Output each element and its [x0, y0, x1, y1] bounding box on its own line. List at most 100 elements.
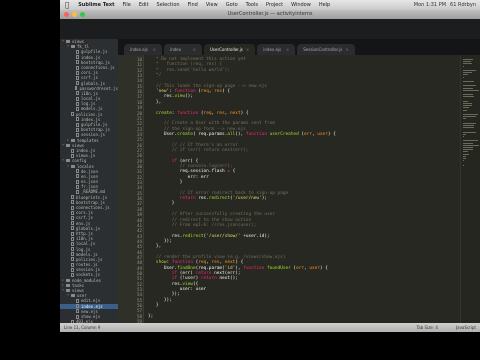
code-token: ), — [235, 265, 244, 271]
code-line[interactable]: } — [148, 180, 183, 185]
code-line[interactable]: * function (req, res) { — [148, 62, 222, 67]
minimap-line — [463, 153, 470, 155]
code-token: }; — [148, 313, 154, 319]
code-token: create — [177, 131, 193, 137]
code-area[interactable]: * Do not implement this action yet * fun… — [148, 55, 458, 323]
close-button[interactable] — [64, 12, 69, 17]
minimap-line — [463, 109, 467, 111]
toolbar-spacer — [60, 19, 480, 39]
code-token: ) { — [235, 260, 244, 266]
line-number: 13 — [136, 73, 142, 79]
code-line[interactable]: } — [148, 201, 175, 206]
tab-4[interactable]: SessionController.js × — [297, 44, 355, 55]
menu-tools[interactable]: Tools — [242, 2, 262, 8]
menu-file[interactable]: File — [118, 2, 134, 8]
code-line[interactable]: // From ep1-6: //res.json(user); — [148, 223, 257, 228]
code-line[interactable]: }, — [148, 244, 161, 249]
tab-size[interactable]: Tab Size: 4 — [417, 325, 438, 330]
code-token: ) { — [240, 110, 249, 116]
minimap-line — [463, 63, 472, 65]
code-line[interactable]: * res.send('hello world'); — [148, 68, 230, 73]
close-icon[interactable]: × — [286, 47, 289, 52]
close-icon[interactable]: × — [345, 47, 348, 52]
code-token: (err) { — [177, 158, 199, 164]
code-line[interactable]: // If error redirect back to sign-up pag… — [148, 191, 288, 196]
folder-icon — [71, 294, 75, 298]
file-icon — [76, 174, 79, 179]
line-number: 32 — [136, 174, 142, 180]
file-icon — [76, 304, 79, 309]
minimap-line — [463, 151, 469, 153]
close-icon[interactable]: × — [193, 47, 196, 52]
code-token: err — [296, 265, 305, 271]
file-icon — [71, 226, 74, 231]
tab-3[interactable]: index.ejs × — [257, 44, 296, 55]
minimap-line — [463, 70, 476, 71]
code-line[interactable]: if (err) { — [148, 159, 198, 164]
code-line[interactable]: */ — [148, 73, 161, 78]
code-token: { — [229, 169, 236, 175]
line-number-gutter: 10 11 12 13 14 15 16 17 18 19 20 21 22 23 24 25 26 27 28 29… — [118, 55, 144, 323]
code-line[interactable]: err: err — [148, 175, 209, 180]
sidebar-file-tree[interactable]: ▾ views ▾ fk_tl gulpfile.js index.js bootstrap… — [60, 39, 118, 323]
close-icon[interactable]: × — [153, 47, 156, 52]
file-icon — [76, 314, 79, 319]
menu-selection[interactable]: Selection — [153, 2, 184, 8]
menu-bar:  Sublime Text FileEditSelectionFindView… — [60, 0, 480, 10]
menu-user[interactable]: 61 Rdrbyn — [450, 2, 476, 8]
code-line[interactable]: }); — [148, 292, 180, 297]
close-icon[interactable]: × — [246, 47, 249, 52]
code-line[interactable]: res.view(); — [148, 94, 193, 99]
code-line[interactable]: User.create( req.params.all(), function … — [148, 132, 336, 137]
menu-app-name[interactable]: Sublime Text — [74, 2, 118, 8]
minimap-line — [463, 72, 472, 74]
menu-goto[interactable]: Goto — [222, 2, 242, 8]
code-token: // if (err) return next(err); — [148, 147, 249, 153]
minimap-line — [463, 74, 468, 76]
file-icon — [71, 267, 74, 272]
zoom-button[interactable] — [80, 12, 85, 17]
code-line[interactable]: }, — [148, 100, 161, 105]
syntax-mode[interactable]: JavaScript — [456, 325, 476, 330]
tab-label: index.ejs — [263, 47, 282, 52]
minimize-button[interactable] — [72, 12, 77, 17]
code-token: }); — [148, 292, 180, 298]
line-number: 48 — [136, 260, 142, 266]
line-number: 53 — [136, 287, 142, 293]
menu-find[interactable]: Find — [184, 2, 202, 8]
menu-window[interactable]: Window — [287, 2, 315, 8]
menu-view[interactable]: View — [202, 2, 222, 8]
line-number: 57 — [136, 308, 142, 314]
code-line[interactable]: if (!user) return next(); — [148, 276, 238, 281]
menu-project[interactable]: Project — [262, 2, 287, 8]
apple-icon[interactable]:  — [60, 1, 74, 9]
tab-2[interactable]: UserController.js × — [204, 44, 256, 55]
code-line[interactable]: create: function (req, res, next) { — [148, 111, 249, 116]
line-number: 26 — [136, 142, 142, 148]
code-line[interactable]: // After successfully creating the user — [148, 212, 275, 217]
code-line[interactable]: res.view({ — [148, 282, 198, 287]
code-line[interactable]: } — [148, 303, 159, 308]
code-line[interactable]: // Create a User with the params sent fr… — [148, 121, 275, 126]
code-line[interactable]: }); — [148, 298, 172, 303]
code-line[interactable]: // the sign-up form --> new.ejs — [148, 127, 246, 132]
code-line[interactable]: show: function (req, res, next) { — [148, 260, 243, 265]
minimap[interactable] — [460, 55, 480, 323]
code-token: // redirect to the show action — [148, 217, 252, 223]
code-editor[interactable]: 10 11 12 13 14 15 16 17 18 19 20 21 22 23 24 25 26 27 28 29… — [118, 55, 480, 323]
file-icon — [76, 49, 79, 54]
menu-edit[interactable]: Edit — [135, 2, 153, 8]
tab-1[interactable]: index × — [164, 44, 202, 55]
code-line[interactable]: User.findOne(req.param('id'), function f… — [148, 266, 328, 271]
code-token: '/user/new' — [232, 196, 262, 202]
minimap-line — [463, 155, 467, 157]
tab-0[interactable]: index.ejs × — [124, 44, 162, 55]
menu-help[interactable]: Help — [315, 2, 334, 8]
code-line[interactable]: // redirect to the show action — [148, 218, 251, 223]
code-line[interactable]: // // If there's an error — [148, 143, 238, 148]
code-line[interactable]: // This loads the sign-up page --> new.e… — [148, 84, 267, 89]
code-line[interactable]: }; — [148, 314, 153, 319]
code-line[interactable]: // if (err) return next(err); — [148, 147, 249, 153]
code-line[interactable]: req.session.flash = { — [148, 169, 236, 175]
code-line[interactable]: res.redirect('/user/show/' +user.id); — [148, 234, 270, 239]
